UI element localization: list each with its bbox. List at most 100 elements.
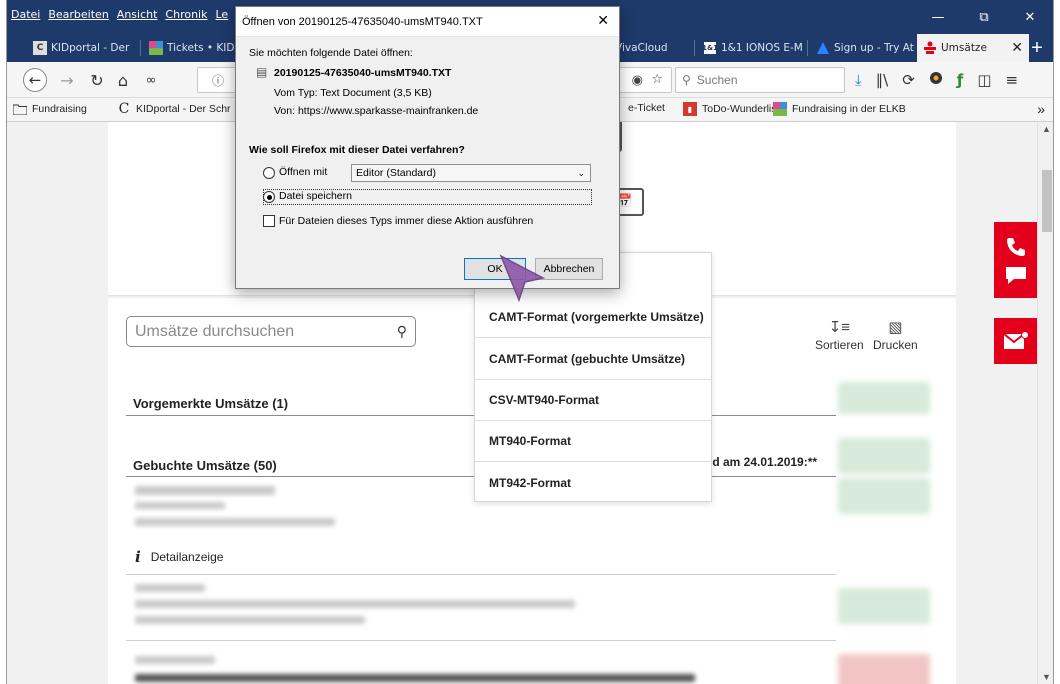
phone-icon [1007, 238, 1025, 256]
sidebar-icon[interactable]: ◫ [977, 71, 991, 89]
hamburger-menu-icon[interactable]: ≡ [1006, 71, 1019, 89]
download-icon[interactable]: ⤓ [855, 71, 862, 89]
blurred-text [135, 674, 695, 682]
bookmark-fundraising-elkb[interactable]: Fundraising in der ELKB [773, 102, 906, 116]
detail-label: Detailanzeige [150, 550, 224, 564]
dialog-title: Öffnen von 20190125-47635040-umsMT940.TX… [242, 15, 483, 28]
tab-umsaetze[interactable]: Umsätze ✕ [917, 34, 1029, 62]
kidportal-icon: C [118, 101, 130, 117]
save-file-radio[interactable] [263, 191, 275, 203]
scroll-thumb[interactable] [1042, 170, 1052, 232]
sort-label: Sortieren [815, 338, 864, 352]
atlassian-icon [816, 41, 830, 55]
blurred-text [135, 616, 365, 624]
open-with-radio[interactable] [263, 167, 275, 179]
menu-chronik[interactable]: Chronik [165, 8, 207, 21]
tab-tickets[interactable]: Tickets • KIDsp [143, 34, 243, 62]
search-icon: ⚲ [682, 73, 691, 87]
close-window-button[interactable]: ✕ [1007, 0, 1053, 34]
sort-button[interactable]: ↧≡ Sortieren [815, 318, 864, 352]
sort-icon: ↧≡ [828, 319, 851, 336]
pocket-icon[interactable]: ◉ [632, 72, 643, 88]
dialog-filename: 20190125-47635040-umsMT940.TXT [274, 67, 452, 79]
tab-label: Tickets • KIDsp [167, 42, 243, 54]
export-camt-pending[interactable]: CAMT-Format (vorgemerkte Umsätze) [475, 297, 711, 338]
detail-view-link[interactable]: i Detailanzeige [135, 548, 223, 566]
reload-icon[interactable]: ↻ [85, 68, 109, 92]
save-file-label: Datei speichern [279, 190, 352, 202]
blurred-text [135, 502, 225, 509]
tab-vivacloud[interactable]: VivaCloud [609, 34, 694, 62]
forward-arrow-icon[interactable]: → [55, 68, 79, 92]
tab-label: VivaCloud [615, 42, 668, 54]
bookmark-wunderlist[interactable]: ▮ ToDo-Wunderlist [683, 102, 779, 116]
open-with-app-select[interactable]: Editor (Standard) ⌄ [351, 164, 591, 182]
bookmark-star-icon[interactable]: ☆ [651, 71, 663, 87]
minimize-button[interactable]: — [915, 0, 961, 34]
always-do-label: Für Dateien dieses Typs immer diese Akti… [279, 215, 534, 227]
blurred-amount [838, 382, 930, 414]
tab-signup[interactable]: Sign up - Try At [810, 34, 914, 62]
bookmark-fundraising[interactable]: Fundraising [13, 102, 87, 116]
wunderlist-icon: ▮ [683, 102, 697, 116]
vertical-scrollbar[interactable]: ▲ ▼ [1037, 122, 1053, 684]
call-chat-button[interactable] [994, 222, 1037, 298]
text-file-icon: ▤ [256, 65, 268, 79]
back-arrow-icon[interactable]: ← [23, 68, 47, 92]
tab-close-icon[interactable]: ✕ [1011, 40, 1023, 56]
tab-label: 1&1 IONOS E-M [721, 42, 803, 54]
window-controls: — ⧉ ✕ [915, 0, 1053, 34]
tab-label: Umsätze [941, 42, 987, 54]
export-mt940[interactable]: MT940-Format [475, 421, 711, 462]
browser-window: Datei Bearbeiten Ansicht Chronik Le — ⧉ … [6, 0, 1054, 684]
menu-ansicht[interactable]: Ansicht [117, 8, 158, 21]
infinity-icon[interactable]: ∞ [139, 68, 163, 92]
menu-datei[interactable]: Datei [11, 8, 40, 21]
export-csv-mt940[interactable]: CSV-MT940-Format [475, 380, 711, 421]
kidportal-icon: C [33, 41, 47, 55]
scroll-up-icon[interactable]: ▲ [1042, 124, 1051, 134]
info-icon[interactable]: ⓘ [212, 72, 224, 89]
tab-label: KIDportal - Der [51, 42, 130, 54]
info-italic-icon: i [135, 548, 141, 566]
home-icon[interactable]: ⌂ [111, 68, 135, 92]
dialog-close-icon[interactable]: ✕ [597, 13, 609, 29]
divider [126, 574, 836, 575]
chevron-down-icon: ⌄ [577, 167, 585, 178]
maximize-button[interactable]: ⧉ [961, 0, 1007, 34]
export-mt942[interactable]: MT942-Format [475, 462, 711, 503]
library-icon[interactable]: ∥\ [876, 71, 889, 89]
menu-lesezeichen[interactable]: Le [215, 8, 228, 21]
search-placeholder: Umsätze durchsuchen [135, 322, 295, 340]
search-icon: ⚲ [396, 323, 407, 339]
dialog-intro: Sie möchten folgende Datei öffnen: [249, 47, 413, 59]
export-camt-booked[interactable]: CAMT-Format (gebuchte Umsätze) [475, 339, 711, 380]
blurred-amount [838, 478, 930, 514]
menu-bearbeiten[interactable]: Bearbeiten [48, 8, 108, 21]
always-do-checkbox[interactable] [263, 215, 275, 227]
ionos-icon: 1&1 [702, 41, 718, 55]
sparkasse-icon [923, 41, 937, 55]
tab-ionos[interactable]: 1&1 1&1 IONOS E-M [697, 34, 805, 62]
bookmark-kidportal[interactable]: C KIDportal - Der Schr [117, 101, 231, 117]
booked-transactions-heading: Gebuchte Umsätze (50) [133, 458, 277, 473]
new-tab-button[interactable]: + [1025, 34, 1049, 62]
blurred-amount [838, 438, 930, 474]
blurred-text [135, 518, 335, 526]
bookmark-eticket[interactable]: e-Ticket [628, 102, 665, 114]
print-button[interactable]: ▧ Drucken [873, 318, 918, 352]
sync-icon[interactable]: ⟳ [902, 71, 915, 89]
scroll-down-icon[interactable]: ▼ [1042, 672, 1051, 682]
bookmark-label: e-Ticket [628, 102, 665, 114]
bookmarks-more-icon[interactable]: » [1037, 101, 1045, 117]
transactions-search-input[interactable]: Umsätze durchsuchen ⚲ [126, 316, 416, 347]
grammar-extension-icon[interactable]: ƒ [957, 71, 964, 89]
extension-icon[interactable] [929, 71, 943, 89]
tickets-icon [149, 41, 163, 55]
bookmark-label: KIDportal - Der Schr [136, 103, 231, 115]
blurred-text [135, 584, 205, 592]
email-button[interactable] [994, 318, 1037, 364]
tab-kidportal[interactable]: C KIDportal - Der [27, 34, 137, 62]
search-bar[interactable]: ⚲ Suchen [675, 67, 845, 93]
dialog-file-source: Von: https://www.sparkasse-mainfranken.d… [274, 105, 479, 117]
